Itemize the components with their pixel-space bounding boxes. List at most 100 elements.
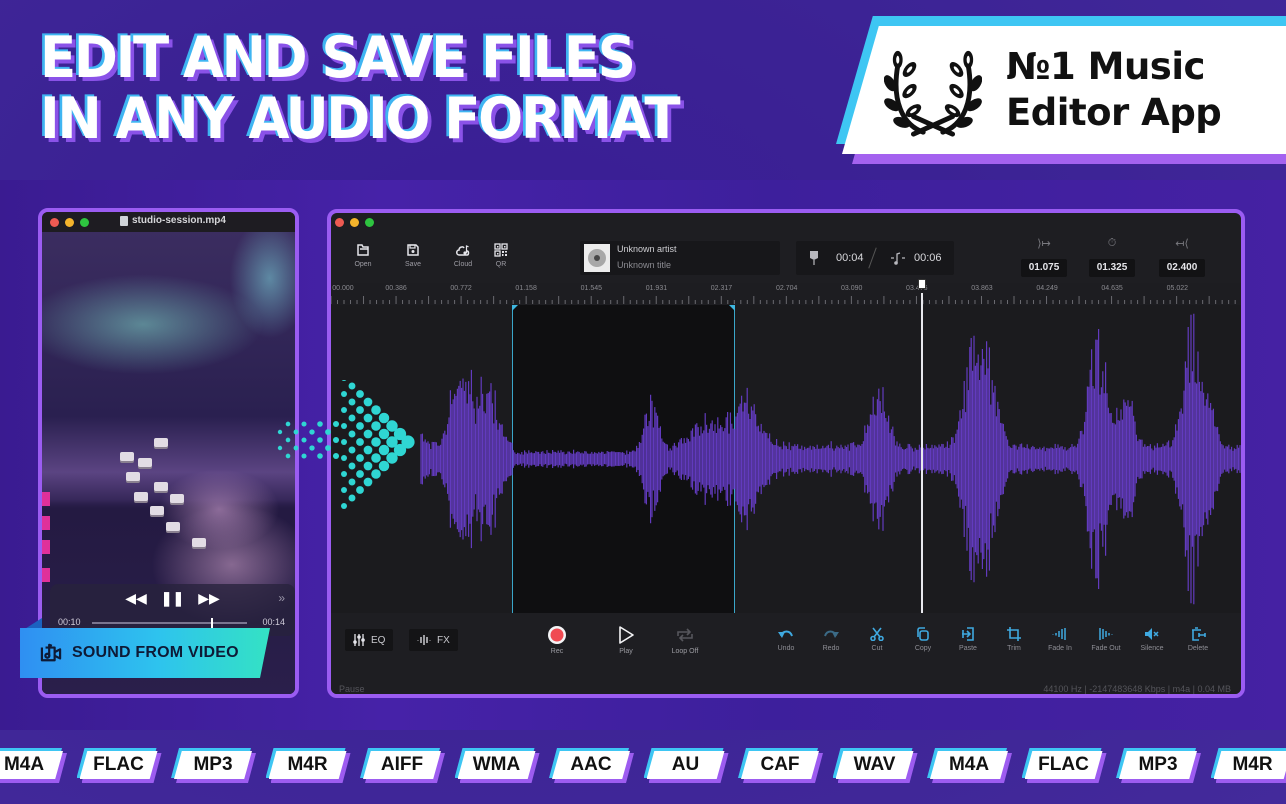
arrow-dot [371,469,381,479]
paste-icon [962,627,974,641]
close-button[interactable] [50,217,59,227]
play-button[interactable]: Play [601,625,651,655]
paste-button[interactable]: Paste [945,627,991,652]
cut-button[interactable]: Cut [854,627,900,652]
arrow-dot [341,455,347,461]
file-info: 44100 Hz | -2147483648 Kbps | m4a | 0.04… [1043,684,1231,694]
console-light [42,516,50,530]
waveform-area[interactable] [331,279,1241,613]
format-tag: AU [643,748,729,784]
format-tag-label: FLAC [1024,751,1103,779]
paste-label: Paste [959,645,977,652]
playhead[interactable] [917,279,926,613]
qr-button[interactable]: QR [481,243,521,268]
open-button[interactable]: Open [343,243,383,268]
save-button[interactable]: Save [393,243,433,268]
arrow-dot [356,454,364,462]
redo-button[interactable]: Redo [808,627,854,652]
playhead-knob[interactable] [917,279,926,289]
arrow-dot [317,437,323,443]
equalizer-icon [353,634,365,646]
arrow-dot [301,437,307,443]
skip-icon[interactable]: » [278,591,285,605]
ruler-label: 04.635 [1101,285,1123,292]
cloud-button[interactable]: Cloud [443,243,483,268]
video-frame[interactable]: ◀◀ ❚❚ ▶▶ » 00:10 00:14 [42,232,295,694]
format-tag-label: AU [646,751,725,779]
selection-end-value[interactable]: 02.400 [1159,259,1205,277]
zoom-button[interactable] [365,218,374,227]
arrow-dot [277,445,283,451]
save-label: Save [405,261,421,268]
bottom-toolbar: EQ FX Rec Play Loop Off Undo Redo Cut Co… [331,613,1241,694]
fade-in-button[interactable]: Fade In [1037,627,1083,652]
track-info[interactable]: Unknown artist Unknown title [580,241,780,275]
format-tag: CAF [738,748,823,784]
total-duration: 00:06 [914,252,942,264]
soundwave-icon [417,635,431,645]
selection-start-value[interactable]: 01.075 [1021,259,1067,277]
selection-end-handle[interactable] [729,305,736,311]
arrow-dot [332,436,340,444]
minimize-button[interactable] [65,217,74,227]
loop-button[interactable]: Loop Off [660,625,710,655]
rewind-icon[interactable]: ◀◀ [125,590,147,607]
fast-forward-icon[interactable]: ▶▶ [198,590,220,607]
player-progress-track[interactable] [92,618,247,628]
console-fader [150,506,164,515]
format-tag-label: FLAC [79,751,158,779]
arrow-dot [301,453,307,459]
format-tag: AIFF [360,748,445,784]
arrow-dot [341,471,347,477]
award-text: №1 Music Editor App [1006,44,1222,136]
arrow-dot [378,460,390,472]
player-scrubber[interactable] [211,618,214,628]
copy-button[interactable]: Copy [900,627,946,652]
pause-icon[interactable]: ❚❚ [161,590,184,607]
open-label: Open [354,261,372,268]
marker-pin-icon [810,251,818,265]
selection-start-handle[interactable] [512,305,519,311]
format-tag-label: M4R [268,751,347,779]
folder-open-icon [357,244,369,256]
laurel-wreath-icon [884,50,982,137]
selection-length-value[interactable]: 01.325 [1089,259,1135,277]
format-tag-label: MP3 [1119,751,1197,779]
silence-button[interactable]: Silence [1129,627,1175,652]
arrow-dot [348,478,356,486]
window-controls [50,217,89,227]
arrow-dot [348,414,356,422]
console-light [42,540,50,554]
silence-label: Silence [1140,645,1164,652]
fade-out-button[interactable]: Fade Out [1083,627,1129,652]
console-light [42,568,50,582]
cloud-music-icon [456,245,470,256]
arrow-dot [363,397,373,407]
fx-button[interactable]: FX [409,629,458,651]
eq-button[interactable]: EQ [345,629,394,651]
arrow-dot [277,429,283,435]
headline-line-2: IN ANY AUDIO FORMAT [40,86,681,152]
trim-button[interactable]: Trim [991,627,1037,652]
format-tag-label: WAV [835,751,914,779]
arrow-dot [356,470,364,478]
sound-from-video-badge: SOUND FROM VIDEO [20,628,270,678]
award-badge: №1 Music Editor App [826,16,1286,166]
format-tag: M4R [1210,748,1286,784]
headline-line-1: EDIT AND SAVE FILES [40,25,636,91]
zoom-button[interactable] [80,217,89,227]
arrow-dot [401,435,415,449]
arrow-dot [341,423,347,429]
close-button[interactable] [335,218,344,227]
undo-button[interactable]: Undo [763,627,809,652]
arrow-dot [341,407,347,413]
record-button[interactable]: Rec [532,625,582,655]
editor-window: Open Save Cloud QR Unknown artist Unknow… [327,209,1245,698]
console-fader [134,492,148,501]
current-position: 00:04 [836,252,864,264]
delete-button[interactable]: Delete [1175,627,1221,652]
console-fader [154,482,168,491]
time-ruler[interactable]: 00.000 00.386 00.772 01.158 01.545 01.931 02.3… [331,283,1241,305]
minimize-button[interactable] [350,218,359,227]
crop-icon [1007,627,1021,641]
